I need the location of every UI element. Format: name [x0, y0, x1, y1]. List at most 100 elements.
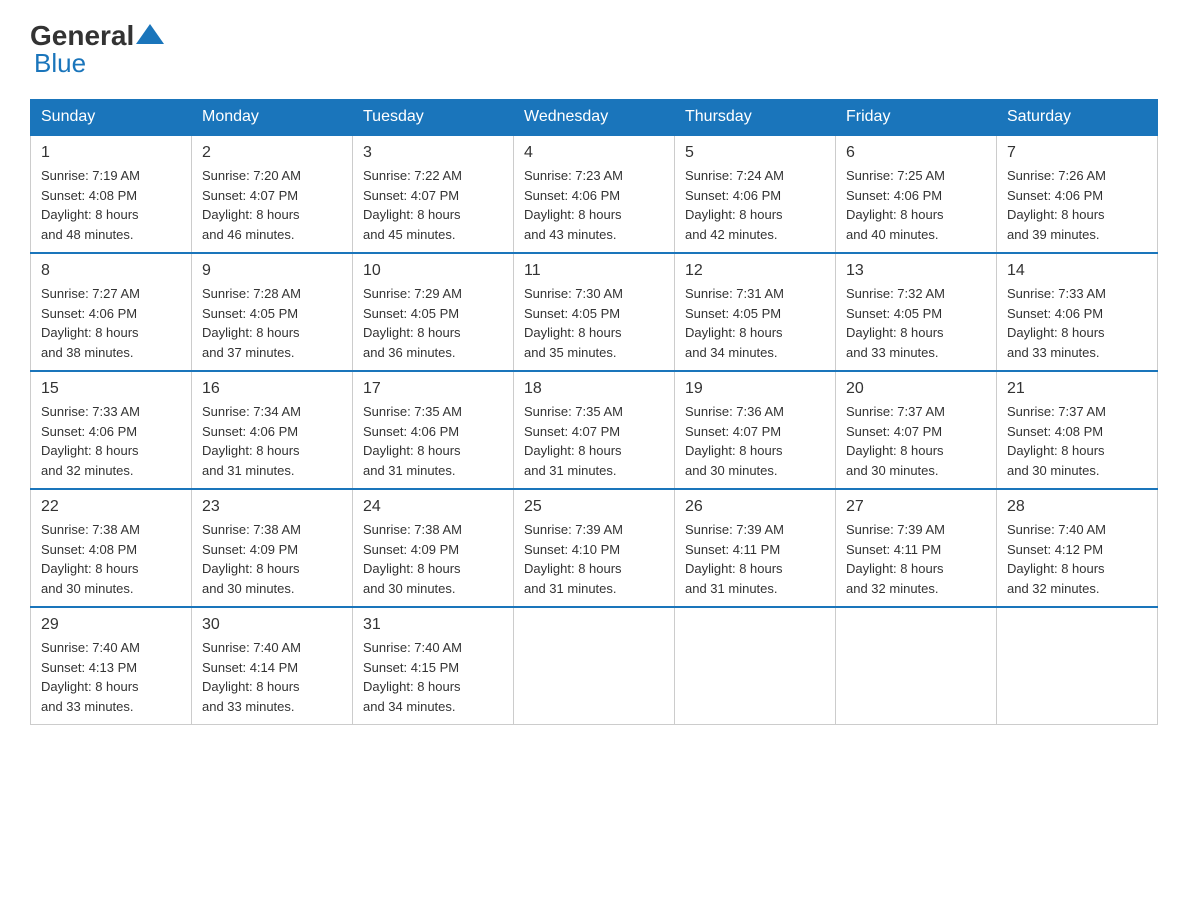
header-tuesday: Tuesday — [353, 100, 514, 136]
day-number: 5 — [685, 144, 825, 162]
day-number: 17 — [363, 380, 503, 398]
day-info: Sunrise: 7:40 AM Sunset: 4:13 PM Dayligh… — [41, 638, 181, 716]
day-info: Sunrise: 7:40 AM Sunset: 4:12 PM Dayligh… — [1007, 520, 1147, 598]
day-cell-28: 28 Sunrise: 7:40 AM Sunset: 4:12 PM Dayl… — [997, 489, 1158, 607]
page-header: General Blue — [30, 20, 1158, 79]
week-row-2: 8 Sunrise: 7:27 AM Sunset: 4:06 PM Dayli… — [31, 253, 1158, 371]
empty-cell-4-3 — [514, 607, 675, 725]
day-info: Sunrise: 7:39 AM Sunset: 4:10 PM Dayligh… — [524, 520, 664, 598]
day-cell-16: 16 Sunrise: 7:34 AM Sunset: 4:06 PM Dayl… — [192, 371, 353, 489]
day-info: Sunrise: 7:35 AM Sunset: 4:06 PM Dayligh… — [363, 402, 503, 480]
day-info: Sunrise: 7:31 AM Sunset: 4:05 PM Dayligh… — [685, 284, 825, 362]
week-row-5: 29 Sunrise: 7:40 AM Sunset: 4:13 PM Dayl… — [31, 607, 1158, 725]
day-cell-29: 29 Sunrise: 7:40 AM Sunset: 4:13 PM Dayl… — [31, 607, 192, 725]
day-cell-14: 14 Sunrise: 7:33 AM Sunset: 4:06 PM Dayl… — [997, 253, 1158, 371]
day-number: 12 — [685, 262, 825, 280]
day-number: 29 — [41, 616, 181, 634]
day-cell-9: 9 Sunrise: 7:28 AM Sunset: 4:05 PM Dayli… — [192, 253, 353, 371]
day-info: Sunrise: 7:40 AM Sunset: 4:14 PM Dayligh… — [202, 638, 342, 716]
day-info: Sunrise: 7:40 AM Sunset: 4:15 PM Dayligh… — [363, 638, 503, 716]
day-info: Sunrise: 7:38 AM Sunset: 4:09 PM Dayligh… — [363, 520, 503, 598]
day-number: 4 — [524, 144, 664, 162]
day-info: Sunrise: 7:28 AM Sunset: 4:05 PM Dayligh… — [202, 284, 342, 362]
day-cell-1: 1 Sunrise: 7:19 AM Sunset: 4:08 PM Dayli… — [31, 135, 192, 253]
day-number: 24 — [363, 498, 503, 516]
day-number: 26 — [685, 498, 825, 516]
day-cell-7: 7 Sunrise: 7:26 AM Sunset: 4:06 PM Dayli… — [997, 135, 1158, 253]
day-cell-21: 21 Sunrise: 7:37 AM Sunset: 4:08 PM Dayl… — [997, 371, 1158, 489]
day-cell-23: 23 Sunrise: 7:38 AM Sunset: 4:09 PM Dayl… — [192, 489, 353, 607]
week-row-3: 15 Sunrise: 7:33 AM Sunset: 4:06 PM Dayl… — [31, 371, 1158, 489]
day-cell-6: 6 Sunrise: 7:25 AM Sunset: 4:06 PM Dayli… — [836, 135, 997, 253]
header-saturday: Saturday — [997, 100, 1158, 136]
logo: General Blue — [30, 20, 166, 79]
day-cell-10: 10 Sunrise: 7:29 AM Sunset: 4:05 PM Dayl… — [353, 253, 514, 371]
day-number: 2 — [202, 144, 342, 162]
day-info: Sunrise: 7:22 AM Sunset: 4:07 PM Dayligh… — [363, 166, 503, 244]
day-cell-11: 11 Sunrise: 7:30 AM Sunset: 4:05 PM Dayl… — [514, 253, 675, 371]
day-cell-27: 27 Sunrise: 7:39 AM Sunset: 4:11 PM Dayl… — [836, 489, 997, 607]
day-cell-31: 31 Sunrise: 7:40 AM Sunset: 4:15 PM Dayl… — [353, 607, 514, 725]
day-cell-18: 18 Sunrise: 7:35 AM Sunset: 4:07 PM Dayl… — [514, 371, 675, 489]
day-cell-25: 25 Sunrise: 7:39 AM Sunset: 4:10 PM Dayl… — [514, 489, 675, 607]
day-info: Sunrise: 7:19 AM Sunset: 4:08 PM Dayligh… — [41, 166, 181, 244]
day-info: Sunrise: 7:33 AM Sunset: 4:06 PM Dayligh… — [41, 402, 181, 480]
day-info: Sunrise: 7:24 AM Sunset: 4:06 PM Dayligh… — [685, 166, 825, 244]
week-row-1: 1 Sunrise: 7:19 AM Sunset: 4:08 PM Dayli… — [31, 135, 1158, 253]
day-cell-4: 4 Sunrise: 7:23 AM Sunset: 4:06 PM Dayli… — [514, 135, 675, 253]
day-number: 10 — [363, 262, 503, 280]
logo-triangle-icon — [136, 24, 164, 44]
day-number: 16 — [202, 380, 342, 398]
day-info: Sunrise: 7:37 AM Sunset: 4:07 PM Dayligh… — [846, 402, 986, 480]
day-number: 7 — [1007, 144, 1147, 162]
day-info: Sunrise: 7:25 AM Sunset: 4:06 PM Dayligh… — [846, 166, 986, 244]
day-info: Sunrise: 7:34 AM Sunset: 4:06 PM Dayligh… — [202, 402, 342, 480]
day-number: 1 — [41, 144, 181, 162]
day-number: 22 — [41, 498, 181, 516]
day-cell-13: 13 Sunrise: 7:32 AM Sunset: 4:05 PM Dayl… — [836, 253, 997, 371]
week-row-4: 22 Sunrise: 7:38 AM Sunset: 4:08 PM Dayl… — [31, 489, 1158, 607]
day-info: Sunrise: 7:26 AM Sunset: 4:06 PM Dayligh… — [1007, 166, 1147, 244]
day-number: 11 — [524, 262, 664, 280]
day-info: Sunrise: 7:30 AM Sunset: 4:05 PM Dayligh… — [524, 284, 664, 362]
logo-blue-text: Blue — [34, 48, 86, 79]
empty-cell-4-4 — [675, 607, 836, 725]
day-number: 9 — [202, 262, 342, 280]
day-cell-5: 5 Sunrise: 7:24 AM Sunset: 4:06 PM Dayli… — [675, 135, 836, 253]
header-friday: Friday — [836, 100, 997, 136]
day-cell-2: 2 Sunrise: 7:20 AM Sunset: 4:07 PM Dayli… — [192, 135, 353, 253]
day-info: Sunrise: 7:39 AM Sunset: 4:11 PM Dayligh… — [685, 520, 825, 598]
day-number: 25 — [524, 498, 664, 516]
day-info: Sunrise: 7:33 AM Sunset: 4:06 PM Dayligh… — [1007, 284, 1147, 362]
day-cell-12: 12 Sunrise: 7:31 AM Sunset: 4:05 PM Dayl… — [675, 253, 836, 371]
day-number: 13 — [846, 262, 986, 280]
day-cell-24: 24 Sunrise: 7:38 AM Sunset: 4:09 PM Dayl… — [353, 489, 514, 607]
day-info: Sunrise: 7:20 AM Sunset: 4:07 PM Dayligh… — [202, 166, 342, 244]
day-info: Sunrise: 7:39 AM Sunset: 4:11 PM Dayligh… — [846, 520, 986, 598]
header-thursday: Thursday — [675, 100, 836, 136]
day-number: 3 — [363, 144, 503, 162]
day-info: Sunrise: 7:23 AM Sunset: 4:06 PM Dayligh… — [524, 166, 664, 244]
day-number: 30 — [202, 616, 342, 634]
day-info: Sunrise: 7:36 AM Sunset: 4:07 PM Dayligh… — [685, 402, 825, 480]
day-number: 14 — [1007, 262, 1147, 280]
header-sunday: Sunday — [31, 100, 192, 136]
day-info: Sunrise: 7:27 AM Sunset: 4:06 PM Dayligh… — [41, 284, 181, 362]
day-info: Sunrise: 7:38 AM Sunset: 4:09 PM Dayligh… — [202, 520, 342, 598]
day-info: Sunrise: 7:38 AM Sunset: 4:08 PM Dayligh… — [41, 520, 181, 598]
day-info: Sunrise: 7:37 AM Sunset: 4:08 PM Dayligh… — [1007, 402, 1147, 480]
day-number: 19 — [685, 380, 825, 398]
day-cell-8: 8 Sunrise: 7:27 AM Sunset: 4:06 PM Dayli… — [31, 253, 192, 371]
day-number: 18 — [524, 380, 664, 398]
day-number: 31 — [363, 616, 503, 634]
day-number: 20 — [846, 380, 986, 398]
empty-cell-4-5 — [836, 607, 997, 725]
day-number: 6 — [846, 144, 986, 162]
day-cell-3: 3 Sunrise: 7:22 AM Sunset: 4:07 PM Dayli… — [353, 135, 514, 253]
day-number: 23 — [202, 498, 342, 516]
day-cell-22: 22 Sunrise: 7:38 AM Sunset: 4:08 PM Dayl… — [31, 489, 192, 607]
day-info: Sunrise: 7:35 AM Sunset: 4:07 PM Dayligh… — [524, 402, 664, 480]
day-number: 27 — [846, 498, 986, 516]
day-number: 21 — [1007, 380, 1147, 398]
empty-cell-4-6 — [997, 607, 1158, 725]
